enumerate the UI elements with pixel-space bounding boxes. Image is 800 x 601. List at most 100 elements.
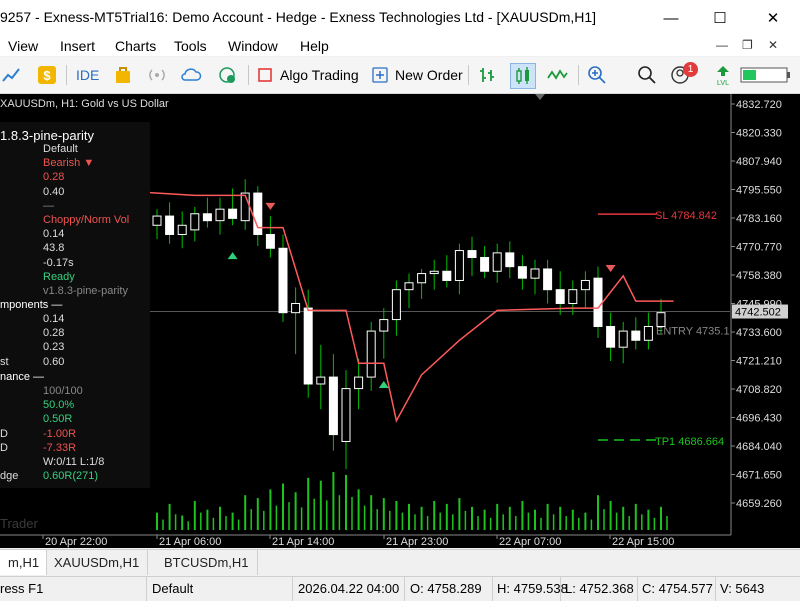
close-icon: ✕ [766, 10, 780, 27]
candlestick-icon[interactable] [510, 63, 536, 89]
indicator-row-value: 0.60R(271) [43, 470, 99, 483]
menu-view[interactable]: View [8, 38, 38, 54]
mdi-close-icon[interactable]: ✕ [768, 38, 778, 52]
price-tick-label: 4696.430 [736, 413, 782, 425]
menu-tools[interactable]: Tools [174, 38, 207, 54]
title-bar: 9257 - Exness-MT5Trial16: Demo Account -… [0, 0, 800, 36]
candle-body [152, 215, 162, 226]
bar-chart-icon[interactable] [476, 64, 498, 86]
candle-body [606, 325, 616, 348]
svg-text:$: $ [43, 68, 51, 83]
candle-body [429, 270, 439, 275]
indicator-row-value: 0.28 [43, 171, 65, 184]
indicator-row-value: 0.23 [43, 341, 65, 354]
sell-arrow-icon [265, 202, 276, 210]
candle-body [404, 282, 414, 291]
algo-trading-label: Algo Trading [280, 67, 359, 83]
new-order-button[interactable]: New Order [372, 63, 463, 87]
time-tick-label: 21 Apr 23:00 [386, 536, 448, 548]
candle-body [454, 250, 464, 281]
candle-body [265, 233, 275, 249]
line-chart-icon[interactable] [546, 64, 568, 86]
new-order-label: New Order [395, 67, 463, 83]
components-section-title: mponents — [0, 299, 63, 311]
indicator-row-label: D [0, 441, 8, 454]
candle-body [580, 279, 590, 291]
indicator-row-value: Ready [43, 270, 75, 283]
buy-arrow-icon [227, 252, 238, 260]
candle-body [593, 277, 603, 327]
ide-button[interactable]: IDE [76, 63, 99, 87]
price-tick-label: 4758.380 [736, 270, 782, 282]
candle-body [177, 224, 187, 235]
candle-body [278, 247, 288, 314]
menu-charts[interactable]: Charts [115, 38, 156, 54]
cloud-icon[interactable] [180, 64, 202, 86]
candle-body [656, 312, 666, 327]
signal-icon[interactable] [146, 64, 168, 86]
indicator-row-value: — [43, 199, 54, 212]
minimize-icon: — [663, 9, 679, 27]
time-tick-label: 22 Apr 15:00 [612, 536, 674, 548]
ide-label: IDE [76, 67, 100, 83]
price-tick-label: 4733.600 [736, 327, 782, 339]
dollar-icon[interactable]: $ [36, 64, 58, 86]
tab-label: m,H1 [8, 555, 40, 570]
candle-body [555, 289, 565, 304]
svg-text:LVL: LVL [717, 80, 729, 86]
level-icon[interactable]: LVL [712, 64, 734, 86]
menu-window[interactable]: Window [228, 38, 278, 54]
battery-icon [740, 64, 792, 86]
tp-label: TP1 4686.664 [655, 436, 724, 448]
candle-body [505, 252, 515, 268]
toolbar: $ IDE Algo Trading New Order 1 LVL [0, 57, 800, 94]
candle-body [480, 256, 490, 272]
close-button[interactable]: ✕ [750, 0, 796, 36]
notification-badge[interactable]: 1 [683, 62, 698, 77]
minimize-button[interactable]: — [648, 0, 694, 36]
indicator-row-label: st [0, 355, 9, 368]
price-tick-label: 4795.550 [736, 185, 782, 197]
candle-body [417, 273, 427, 284]
tab-chart-1[interactable]: m,H1 [0, 550, 47, 575]
mdi-restore-icon[interactable]: ❐ [742, 38, 753, 52]
price-tick-label: 4807.940 [736, 156, 782, 168]
candle-body [303, 307, 313, 385]
candle-body [341, 388, 351, 442]
mdi-minimize-icon[interactable]: — [716, 38, 728, 52]
status-profile[interactable]: Default [152, 581, 193, 596]
candle-body [517, 266, 527, 279]
candle-body [643, 325, 653, 341]
status-help: ress F1 [0, 581, 44, 596]
price-tick-label: 4671.650 [736, 470, 782, 482]
indicator-row-label: D [0, 427, 8, 440]
price-tick-label: 4684.040 [736, 441, 782, 453]
indicator-row-value: 50.0% [43, 399, 75, 412]
indicator-row-value: W:0/11 L:1/8 [43, 456, 105, 468]
price-chart[interactable]: SL 4784.842 ENTRY 4735.1 TP1 4686.664 4832.… [0, 94, 800, 548]
chart-icon[interactable] [0, 64, 22, 86]
time-tick-label: 21 Apr 06:00 [159, 536, 221, 548]
status-datetime: 2026.04.22 04:00 [298, 581, 400, 596]
vps-icon[interactable] [216, 64, 238, 86]
tab-chart-2[interactable]: XAUUSDm,H1 [46, 550, 149, 575]
menu-insert[interactable]: Insert [60, 38, 95, 54]
candle-body [354, 376, 364, 390]
indicator-title: 1.8.3-pine-parity [0, 128, 94, 143]
maximize-button[interactable]: ☐ [697, 0, 743, 36]
menu-help[interactable]: Help [300, 38, 329, 54]
indicator-row-value: Default [43, 143, 78, 155]
zoom-in-icon[interactable] [586, 64, 608, 86]
indicator-row-value: Choppy/Norm Vol [43, 214, 130, 226]
indicator-row-value: v1.8.3-pine-parity [43, 285, 128, 297]
candle-body [215, 208, 225, 222]
candle-body [291, 302, 301, 314]
chart-tabs: m,H1 XAUUSDm,H1 BTCUSDm,H1 [0, 549, 800, 576]
bag-icon[interactable] [112, 64, 134, 86]
search-icon[interactable] [636, 64, 658, 86]
price-tick-label: 4783.160 [736, 213, 782, 225]
indicator-row-value: 100/100 [43, 385, 83, 397]
algo-trading-button[interactable]: Algo Trading [258, 63, 359, 87]
tab-chart-3[interactable]: BTCUSDm,H1 [156, 550, 258, 575]
indicator-row-value: -1.00R [43, 427, 77, 440]
